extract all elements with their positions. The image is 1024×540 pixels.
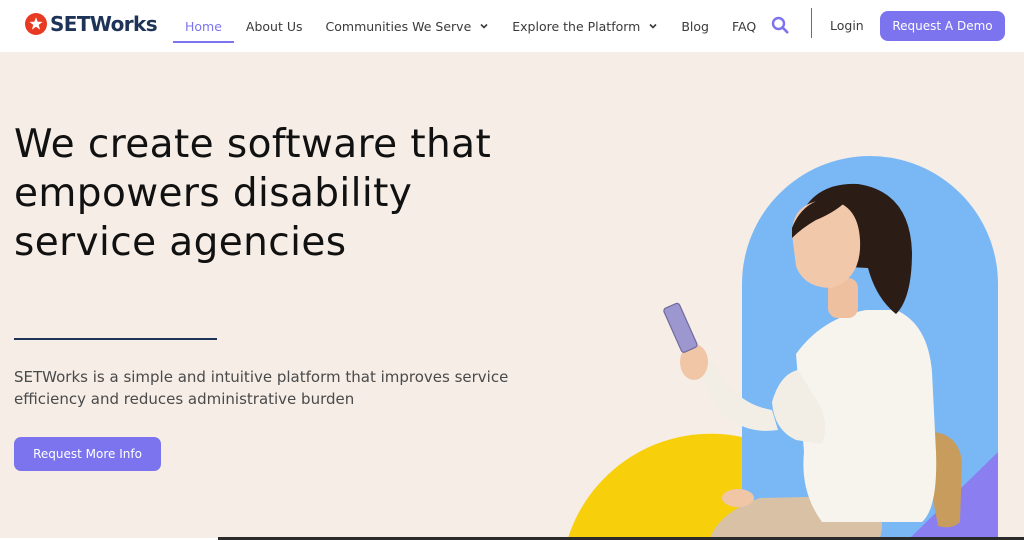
nav-item-label: About Us [245, 18, 303, 34]
nav-item-label: Communities We Serve [325, 18, 472, 34]
logo-text: SETWorks [50, 12, 158, 36]
nav-item-blog[interactable]: Blog [681, 0, 709, 52]
yellow-semicircle-shape [568, 433, 742, 538]
site-header: SETWorks Home About Us Communities We Se… [0, 0, 1024, 52]
hero-section: We create software that empowers disabil… [0, 52, 1024, 538]
logo[interactable]: SETWorks [25, 12, 158, 36]
nav-item-home[interactable]: Home [173, 0, 234, 52]
nav-item-explore-platform[interactable]: Explore the Platform [512, 0, 658, 52]
nav-item-label: Explore the Platform [512, 18, 641, 34]
request-demo-button[interactable]: Request A Demo [880, 11, 1005, 41]
nav-item-communities[interactable]: Communities We Serve [326, 0, 490, 52]
nav-item-faq[interactable]: FAQ [732, 0, 756, 52]
search-icon[interactable] [771, 16, 789, 34]
nav-item-label: Blog [681, 18, 709, 34]
nav-item-about-us[interactable]: About Us [246, 0, 303, 52]
hero-subtext: SETWorks is a simple and intuitive platf… [14, 368, 509, 408]
login-link[interactable]: Login [830, 18, 864, 33]
hero-headline: We create software that empowers disabil… [14, 122, 492, 265]
headline-underline [14, 338, 217, 340]
header-divider [811, 8, 812, 38]
hero-illustration [568, 156, 998, 538]
star-ring-logo-icon [25, 13, 47, 35]
nav-item-label: FAQ [732, 18, 757, 34]
nav-item-label: Home [185, 18, 222, 34]
chevron-down-icon [649, 23, 657, 29]
request-more-info-button[interactable]: Request More Info [14, 437, 161, 471]
chevron-down-icon [480, 23, 488, 29]
main-nav: Home About Us Communities We Serve Explo… [173, 0, 779, 52]
